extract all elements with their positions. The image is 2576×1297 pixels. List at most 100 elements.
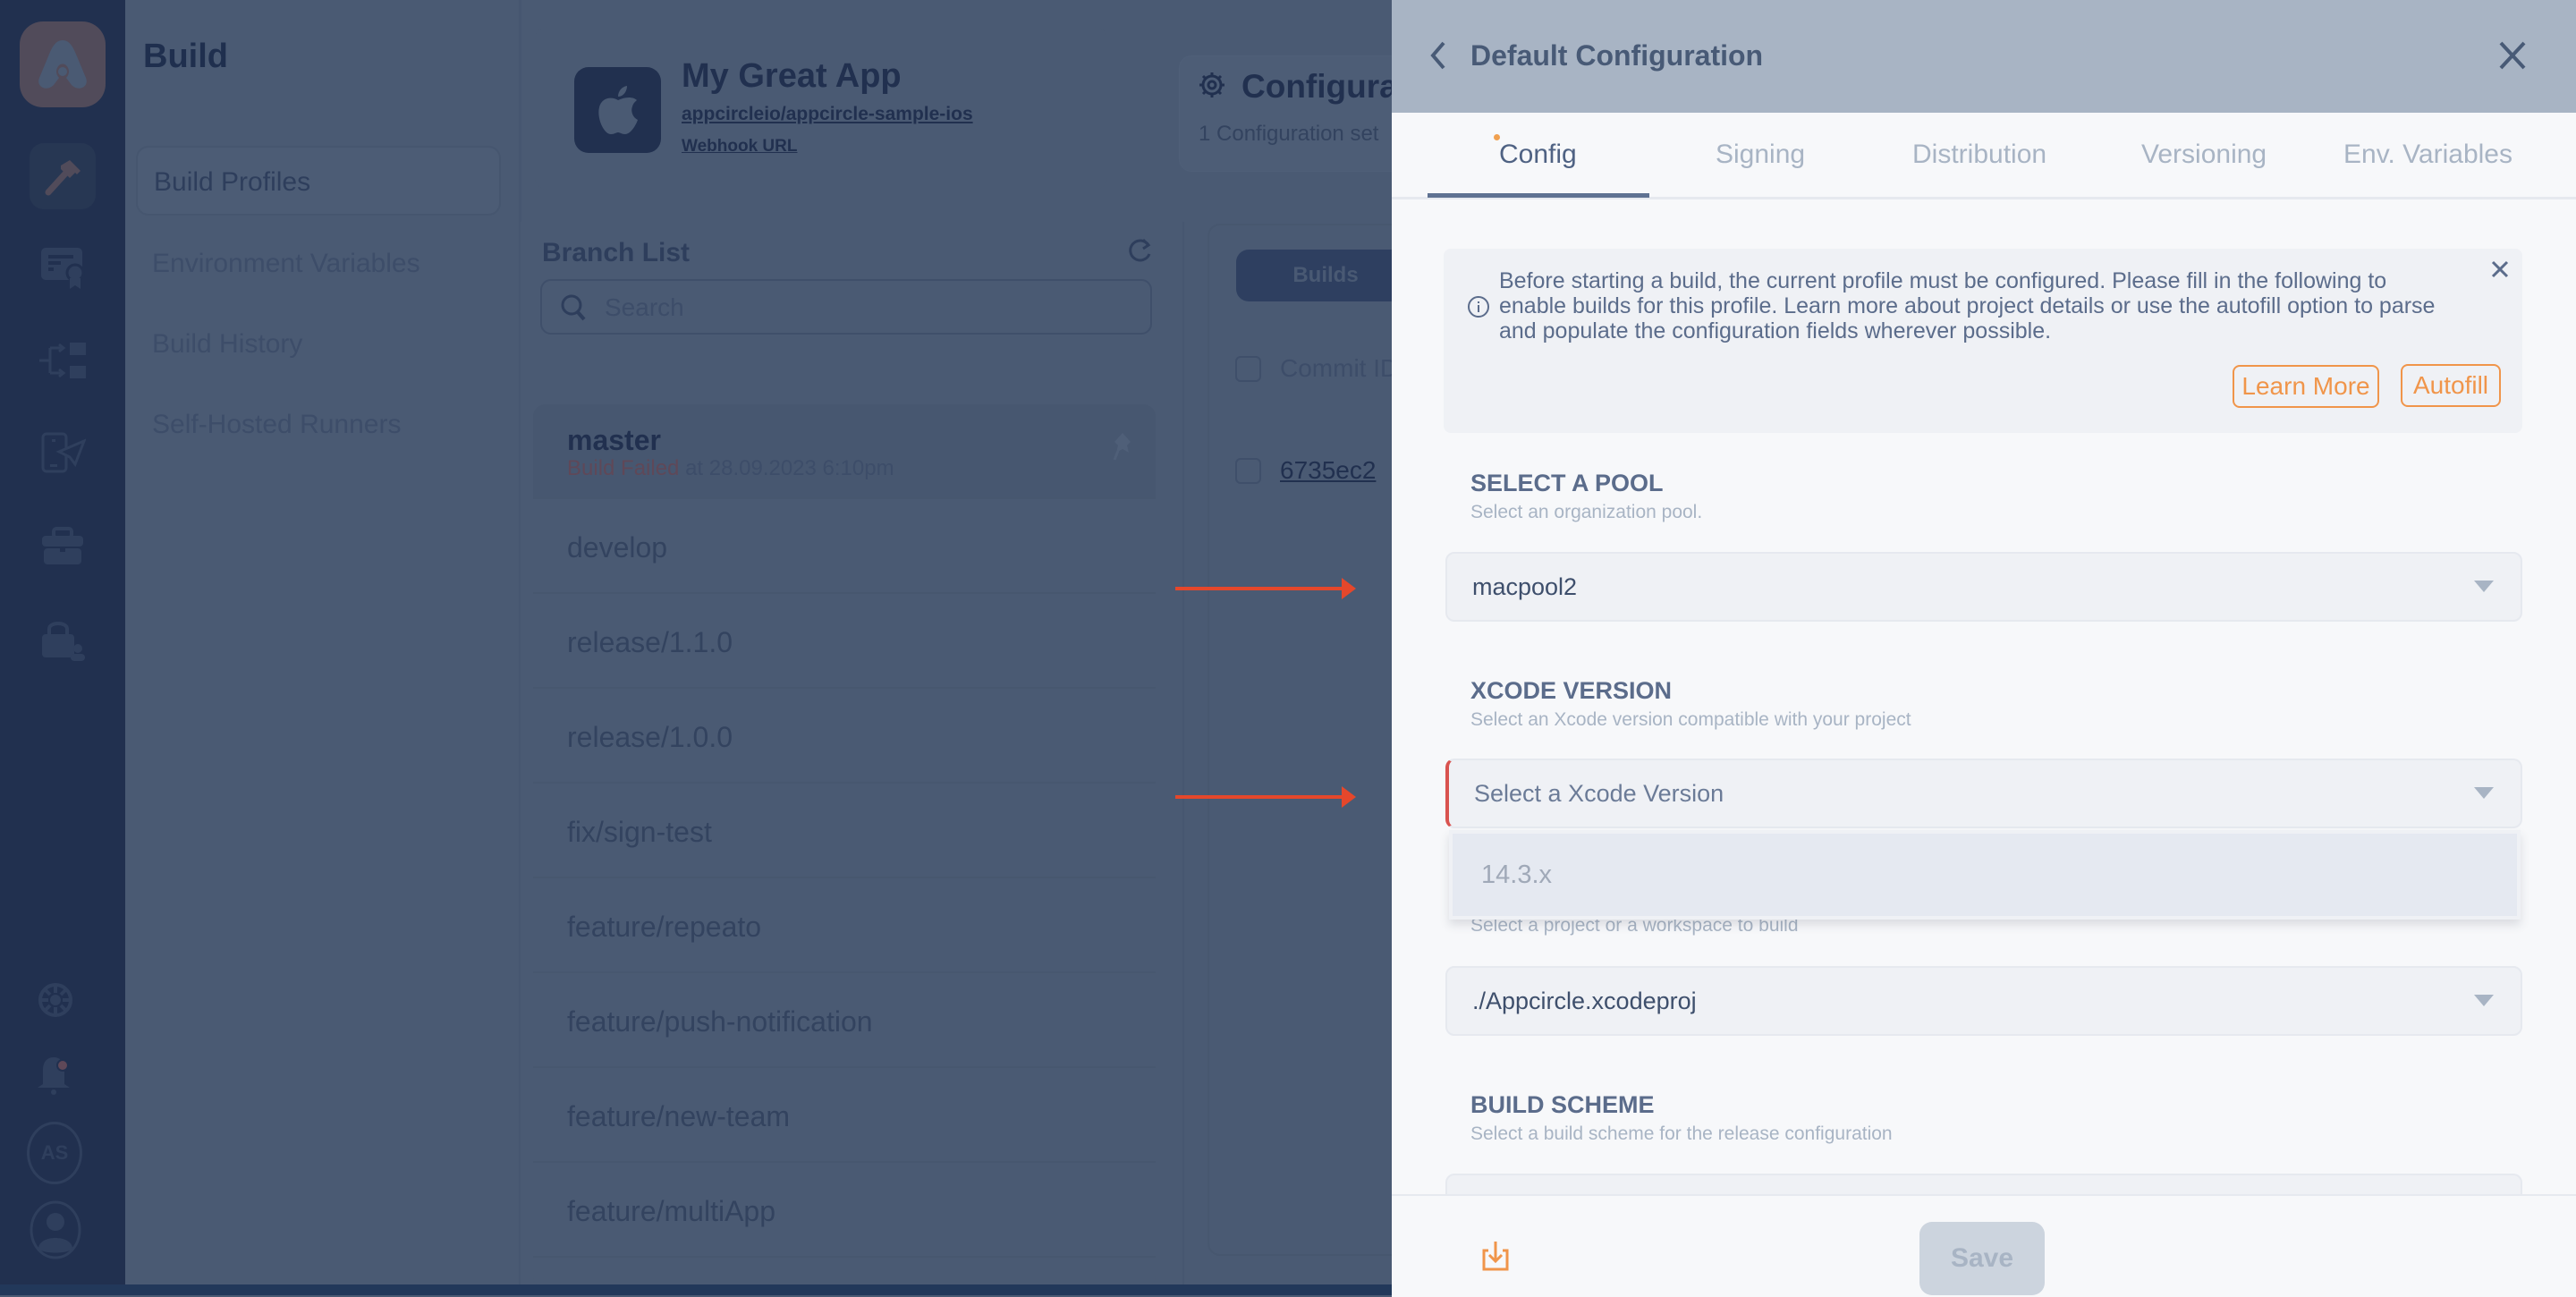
info-icon — [1467, 295, 1490, 323]
branch-row[interactable]: release/1.1.0 — [533, 594, 1156, 689]
build-failed-label: Build Failed — [567, 456, 680, 480]
download-button[interactable] — [1481, 1240, 1510, 1276]
branch-name: release/1.0.0 — [567, 721, 733, 753]
sidebar-title: Build — [143, 38, 228, 75]
branch-row-master[interactable]: master Build Failed at 28.09.2023 6:10pm — [533, 404, 1156, 499]
sidebar-item-environment-variables[interactable]: Environment Variables — [136, 229, 501, 299]
search-icon — [560, 293, 587, 326]
publish-icon — [41, 432, 86, 473]
scheme-section-title: BUILD SCHEME — [1470, 1091, 1655, 1118]
refresh-icon — [1129, 238, 1151, 262]
drawer-tabs: Config Signing Distribution Versioning E… — [1392, 113, 2576, 199]
xcode-option[interactable]: 14.3.x — [1481, 860, 1552, 890]
rail-item-enterprise-store[interactable] — [30, 513, 96, 580]
configuration-subtitle: 1 Configuration set — [1199, 122, 1379, 146]
autofill-button[interactable]: Autofill — [2401, 364, 2501, 407]
chevron-left-icon — [1430, 41, 1445, 70]
branch-name: release/1.1.0 — [567, 626, 733, 658]
chevron-down-icon — [2474, 995, 2494, 1006]
branch-row[interactable]: fix/sign-test — [533, 784, 1156, 878]
branch-row[interactable]: release/1.0.0 — [533, 689, 1156, 784]
chevron-down-icon — [2474, 581, 2494, 592]
branch-row[interactable]: feature/repeato — [533, 878, 1156, 973]
tab-versioning[interactable]: Versioning — [2141, 140, 2267, 170]
lock-user-icon — [42, 622, 85, 661]
xcode-section-subtitle: Select an Xcode version compatible with … — [1470, 709, 1911, 730]
hammer-icon — [45, 160, 80, 196]
logo-icon — [38, 40, 87, 89]
close-icon — [2491, 260, 2509, 278]
app-icon — [574, 67, 661, 153]
branch-list: master Build Failed at 28.09.2023 6:10pm… — [533, 404, 1156, 1288]
commit-id-link[interactable]: 6735ec2 — [1280, 456, 1376, 485]
branch-name: master — [567, 424, 661, 456]
close-icon — [2499, 41, 2526, 70]
drawer-title: Default Configuration — [1470, 39, 1764, 72]
unsaved-indicator — [1494, 134, 1500, 140]
refresh-button[interactable] — [1125, 236, 1154, 269]
tab-distribution[interactable]: Distribution — [1912, 140, 2046, 170]
dismiss-info-button[interactable] — [2490, 259, 2510, 284]
tab-signing[interactable]: Signing — [1716, 140, 1805, 170]
branch-name: feature/new-team — [567, 1100, 791, 1132]
build-time: at 28.09.2023 6:10pm — [679, 456, 894, 480]
annotation-arrow — [1175, 786, 1356, 808]
close-button[interactable] — [2497, 39, 2528, 76]
project-select[interactable]: ./Appcircle.xcodeproj — [1445, 966, 2522, 1036]
xcode-select[interactable]: Select a Xcode Version — [1445, 759, 2522, 828]
select-all-checkbox[interactable] — [1235, 356, 1261, 382]
branch-status: Build Failed at 28.09.2023 6:10pm — [567, 456, 894, 481]
icon-rail: AS — [0, 0, 125, 1295]
tab-config[interactable]: Config — [1494, 134, 1577, 170]
settings-icon — [38, 983, 72, 1017]
repo-link[interactable]: appcircleio/appcircle-sample-ios — [682, 104, 973, 125]
notifications-button[interactable] — [38, 1055, 70, 1095]
apple-icon — [597, 86, 638, 134]
tab-env-variables[interactable]: Env. Variables — [2343, 140, 2512, 170]
branch-row[interactable]: feature/push-notification — [533, 973, 1156, 1068]
builds-tab[interactable]: Builds — [1236, 250, 1415, 301]
save-button[interactable]: Save — [1919, 1222, 2045, 1295]
branch-list-title: Branch List — [542, 238, 691, 267]
settings-button[interactable] — [38, 980, 73, 1020]
distribution-icon — [39, 343, 86, 378]
rail-item-testing-distribution[interactable] — [30, 327, 96, 394]
bell-icon — [38, 1057, 70, 1095]
configuration-title: Configura — [1241, 68, 1398, 105]
rail-item-build[interactable] — [30, 143, 96, 209]
appcircle-logo[interactable] — [20, 21, 106, 107]
pool-select-value: macpool2 — [1472, 573, 1578, 600]
scheme-section-subtitle: Select a build scheme for the release co… — [1470, 1123, 1893, 1144]
configuration-drawer: Default Configuration Config Signing Dis… — [1392, 0, 2576, 1297]
commit-id-header: Commit ID — [1280, 354, 1399, 382]
learn-more-button[interactable]: Learn More — [2233, 365, 2379, 408]
row-checkbox[interactable] — [1235, 458, 1261, 484]
pin-icon[interactable] — [1111, 431, 1134, 466]
branch-row[interactable]: develop — [533, 499, 1156, 594]
rail-item-account[interactable] — [30, 606, 96, 673]
gear-icon — [1199, 72, 1225, 103]
bottom-bar — [0, 1284, 1392, 1295]
branch-name: develop — [567, 531, 668, 564]
webhook-url-link[interactable]: Webhook URL — [682, 137, 797, 157]
profile-button[interactable] — [30, 1200, 81, 1259]
rail-item-publish[interactable] — [30, 420, 96, 487]
branch-name: feature/multiApp — [567, 1195, 776, 1227]
branch-row[interactable]: feature/multiApp — [533, 1163, 1156, 1258]
xcode-select-placeholder: Select a Xcode Version — [1474, 780, 1724, 807]
certificate-icon — [41, 248, 85, 289]
tab-label: Config — [1499, 140, 1577, 169]
app-name: My Great App — [682, 57, 902, 95]
active-tab-underline — [1428, 193, 1649, 198]
sidebar-item-build-history[interactable]: Build History — [136, 309, 501, 379]
sidebar-item-self-hosted-runners[interactable]: Self-Hosted Runners — [136, 390, 501, 460]
back-button[interactable] — [1428, 39, 1447, 76]
rail-item-signing[interactable] — [30, 234, 96, 301]
chevron-down-icon — [2474, 787, 2494, 799]
pool-select[interactable]: macpool2 — [1445, 552, 2522, 622]
sidebar-item-build-profiles[interactable]: Build Profiles — [136, 146, 501, 216]
branch-row[interactable]: feature/new-team — [533, 1068, 1156, 1163]
xcode-dropdown-menu: 14.3.x — [1449, 830, 2521, 920]
branch-name: feature/push-notification — [567, 1005, 873, 1038]
org-avatar[interactable]: AS — [27, 1122, 82, 1184]
